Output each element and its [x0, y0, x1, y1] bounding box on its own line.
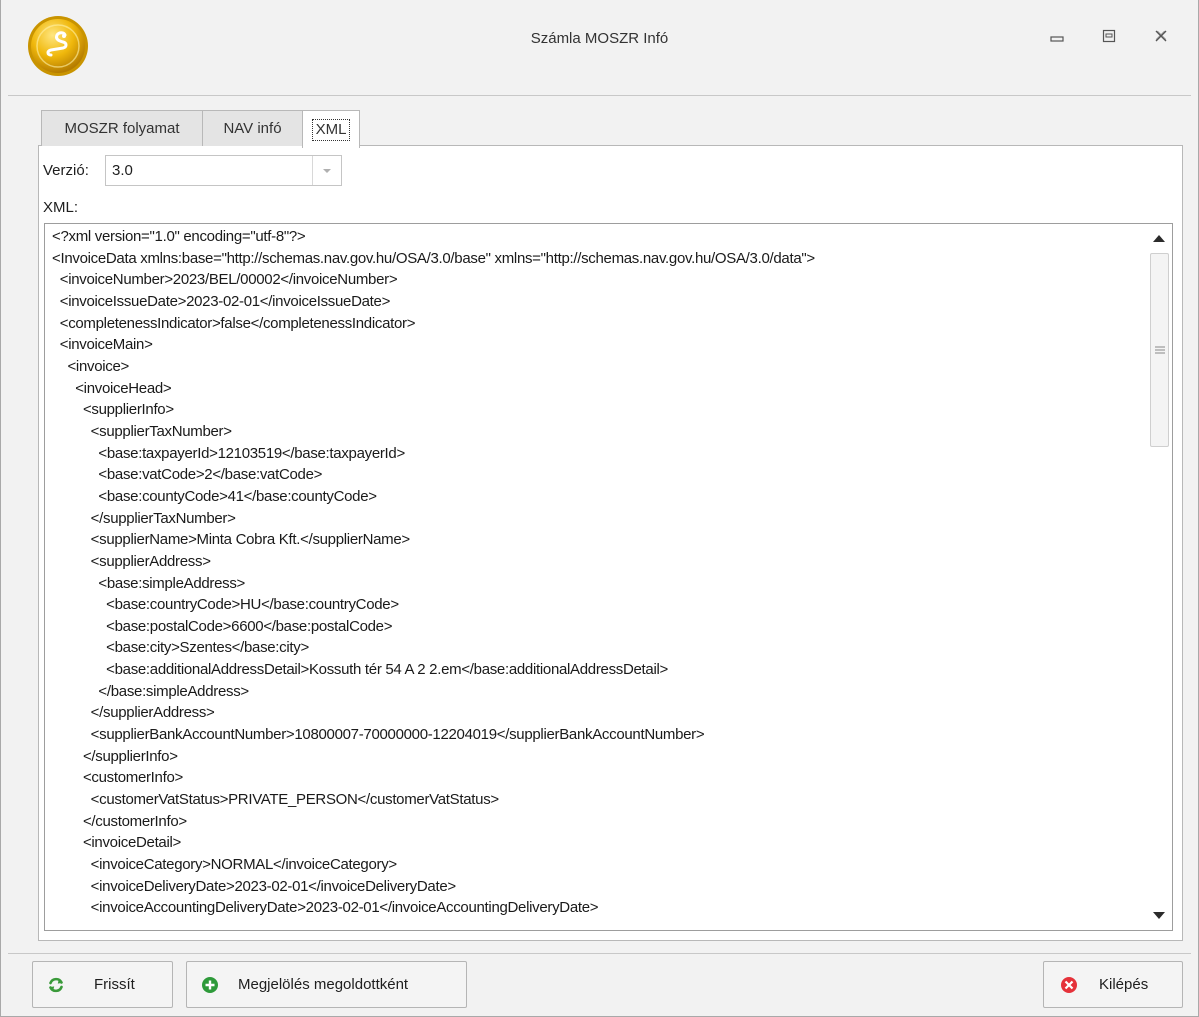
close-icon	[1155, 30, 1167, 42]
xml-line: <base:postalCode>6600</base:postalCode>	[52, 617, 393, 635]
xml-line: </supplierTaxNumber>	[52, 509, 236, 527]
title-divider	[8, 95, 1191, 96]
xml-line: </supplierInfo>	[52, 747, 178, 765]
xml-line: <customerVatStatus>PRIVATE_PERSON</custo…	[52, 791, 499, 809]
close-circle-icon	[1061, 977, 1077, 993]
maximize-icon	[1102, 29, 1116, 43]
version-select-value: 3.0	[112, 162, 133, 179]
scroll-thumb[interactable]	[1150, 253, 1169, 447]
xml-line: </base:simpleAddress>	[52, 682, 249, 700]
version-label: Verzió:	[43, 162, 89, 179]
exit-button[interactable]: Kilépés	[1043, 961, 1183, 1008]
xml-line: <InvoiceData xmlns:base="http://schemas.…	[52, 249, 815, 267]
xml-line: </customerInfo>	[52, 812, 187, 830]
tab-nav-info[interactable]: NAV infó	[202, 110, 303, 146]
xml-line: <supplierInfo>	[52, 401, 174, 419]
arrow-up-icon	[1152, 235, 1165, 242]
xml-line: <invoiceMain>	[52, 336, 153, 354]
maximize-button[interactable]	[1094, 24, 1124, 48]
refresh-icon	[49, 977, 63, 993]
xml-line: <base:countryCode>HU</base:countryCode>	[52, 596, 399, 614]
exit-button-label: Kilépés	[1099, 976, 1149, 993]
xml-line: <base:additionalAddressDetail>Kossuth té…	[52, 661, 668, 679]
xml-line: <invoiceIssueDate>2023-02-01</invoiceIss…	[52, 292, 391, 310]
xml-line: <base:simpleAddress>	[52, 574, 245, 592]
xml-line: <completenessIndicator>false</completene…	[52, 314, 416, 332]
refresh-button[interactable]: Frissít	[32, 961, 173, 1008]
footer-divider	[8, 953, 1191, 954]
chevron-down-icon	[323, 168, 331, 173]
xml-content: <?xml version="1.0" encoding="utf-8"?> <I…	[52, 226, 815, 919]
dialog-window: Számla MOSZR Infó MOSZR folyamat NAV inf…	[0, 0, 1199, 1017]
scroll-up-button[interactable]	[1145, 228, 1172, 248]
xml-line: <base:taxpayerId>12103519</base:taxpayer…	[52, 444, 405, 462]
xml-line: <supplierName>Minta Cobra Kft.</supplier…	[52, 531, 410, 549]
title-bar[interactable]: Számla MOSZR Infó	[1, 0, 1198, 95]
minimize-icon	[1050, 36, 1064, 42]
mark-resolved-button[interactable]: Megjelölés megoldottként	[186, 961, 467, 1008]
xml-line: <supplierTaxNumber>	[52, 422, 232, 440]
xml-line: <base:vatCode>2</base:vatCode>	[52, 466, 323, 484]
xml-line: <customerInfo>	[52, 769, 183, 787]
xml-line: <base:city>Szentes</base:city>	[52, 639, 309, 657]
xml-label: XML:	[43, 199, 79, 216]
xml-line: <supplierBankAccountNumber>10800007-7000…	[52, 726, 705, 744]
tab-label: NAV infó	[223, 120, 282, 137]
close-button[interactable]	[1146, 24, 1176, 48]
xml-line: <invoiceDeliveryDate>2023-02-01</invoice…	[52, 877, 456, 895]
tab-label: MOSZR folyamat	[64, 120, 180, 137]
xml-line: </supplierAddress>	[52, 704, 215, 722]
plus-circle-icon	[202, 977, 218, 993]
xml-line: <invoiceAccountingDeliveryDate>2023-02-0…	[52, 899, 599, 917]
version-dropdown-button[interactable]	[312, 156, 341, 185]
vertical-scrollbar[interactable]	[1145, 224, 1172, 930]
xml-line: <invoiceNumber>2023/BEL/00002</invoiceNu…	[52, 271, 398, 289]
minimize-button[interactable]	[1042, 24, 1072, 48]
xml-line: <invoice>	[52, 357, 129, 375]
xml-line: <invoiceHead>	[52, 379, 172, 397]
version-select[interactable]: 3.0	[105, 155, 342, 186]
tab-moszr-folyamat[interactable]: MOSZR folyamat	[41, 110, 203, 146]
xml-line: <supplierAddress>	[52, 552, 211, 570]
xml-line: <invoiceCategory>NORMAL</invoiceCategory…	[52, 856, 398, 874]
grip-icon	[1154, 346, 1165, 354]
xml-line: <base:countyCode>41</base:countyCode>	[52, 487, 377, 505]
scroll-down-button[interactable]	[1145, 906, 1172, 926]
tab-label: XML	[311, 118, 351, 141]
xml-textarea[interactable]: <?xml version="1.0" encoding="utf-8"?> <I…	[44, 223, 1173, 931]
window-title: Számla MOSZR Infó	[530, 30, 669, 47]
xml-line: <invoiceDetail>	[52, 834, 182, 852]
xml-line: <?xml version="1.0" encoding="utf-8"?>	[52, 228, 306, 245]
mark-resolved-button-label: Megjelölés megoldottként	[238, 976, 409, 993]
refresh-button-label: Frissít	[94, 976, 135, 993]
tab-xml[interactable]: XML	[302, 110, 360, 148]
arrow-down-icon	[1152, 912, 1165, 919]
